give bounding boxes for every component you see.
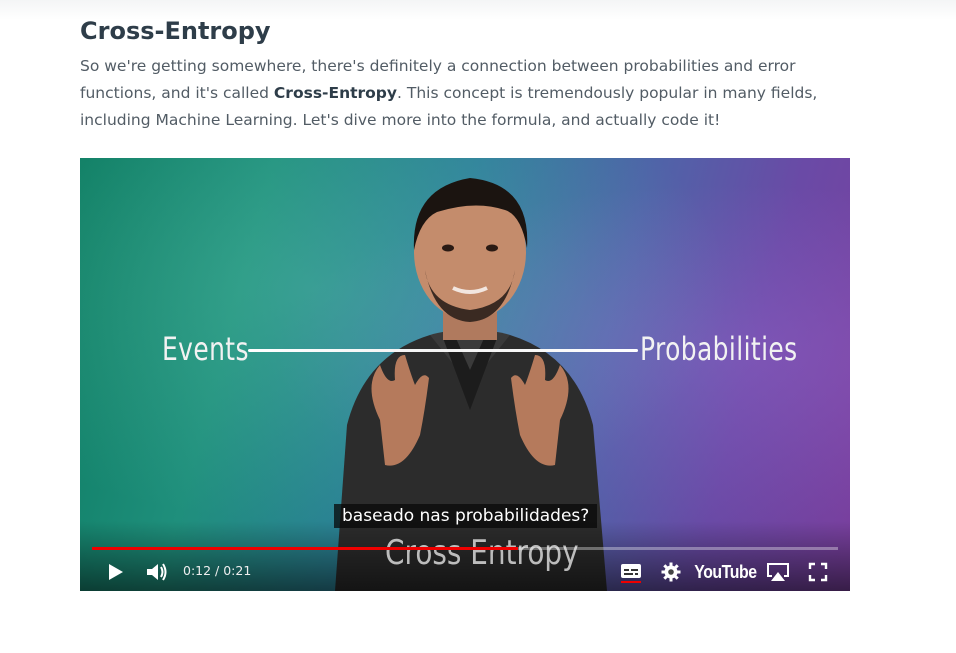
player-controls: 0:12 / 0:21 YouTube	[80, 554, 850, 590]
play-icon	[109, 564, 123, 580]
play-button[interactable]	[102, 554, 128, 590]
fullscreen-button[interactable]	[807, 554, 829, 590]
progress-bar[interactable]	[92, 547, 838, 550]
video-player[interactable]: Events Probabilities Cross Entropy basea…	[80, 158, 850, 591]
settings-gear-icon	[661, 562, 681, 582]
slide-label-probabilities: Probabilities	[640, 330, 798, 368]
subtitles-icon	[621, 564, 641, 583]
slide-label-events: Events	[162, 330, 249, 368]
intro-paragraph: So we're getting somewhere, there's defi…	[80, 53, 870, 134]
section-title: Cross-Entropy	[80, 17, 271, 45]
fullscreen-icon	[808, 562, 828, 582]
subtitle-caption: baseado nas probabilidades?	[334, 504, 598, 528]
progress-fill	[92, 547, 518, 550]
slide-connector-line	[248, 349, 638, 352]
time-display: 0:12 / 0:21	[183, 563, 252, 578]
airplay-icon	[767, 563, 789, 581]
settings-button[interactable]	[660, 554, 682, 590]
youtube-brand: YouTube	[693, 561, 757, 582]
volume-icon	[147, 563, 167, 581]
para-bold-term: Cross-Entropy	[273, 84, 397, 102]
volume-button[interactable]	[143, 554, 171, 590]
subtitles-button[interactable]	[619, 554, 643, 590]
airplay-button[interactable]	[764, 554, 792, 590]
youtube-logo-button[interactable]: YouTube	[693, 554, 757, 590]
